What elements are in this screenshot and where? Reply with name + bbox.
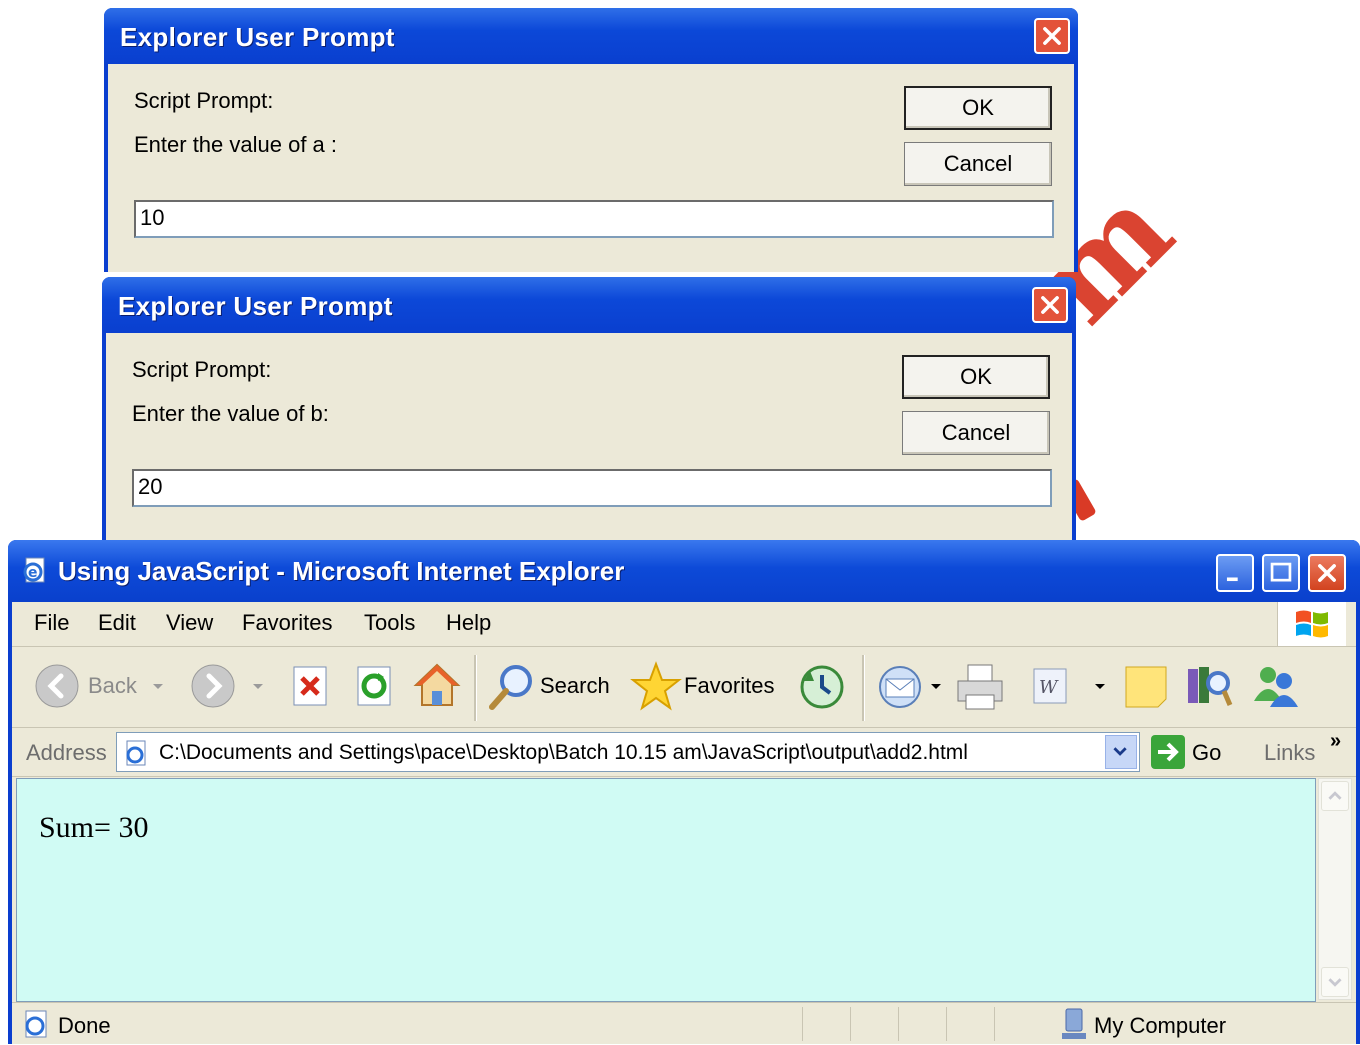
sum-output: Sum= 30 — [39, 811, 149, 844]
dialog-titlebar[interactable]: Explorer User Prompt — [102, 277, 1076, 333]
minimize-button[interactable] — [1216, 554, 1254, 592]
address-input[interactable]: C:\Documents and Settings\pace\Desktop\B… — [116, 732, 1140, 772]
address-dropdown-button[interactable] — [1105, 735, 1137, 769]
windows-logo — [1277, 602, 1346, 646]
security-zone-label: My Computer — [1094, 1013, 1227, 1038]
chevron-down-icon — [1113, 747, 1127, 756]
computer-zone-icon — [1062, 1008, 1086, 1039]
forward-dropdown-icon[interactable] — [252, 683, 264, 691]
back-arrow-icon[interactable] — [34, 663, 80, 709]
browser-client: File Edit View Favorites Tools Help Back — [12, 602, 1356, 1044]
research-icon[interactable] — [1184, 661, 1234, 711]
script-prompt-label: Script Prompt: — [132, 357, 272, 382]
status-pane — [898, 1007, 943, 1041]
maximize-button[interactable] — [1262, 554, 1300, 592]
close-icon — [1318, 564, 1336, 582]
menu-view[interactable]: View — [166, 610, 213, 636]
svg-text:e: e — [28, 565, 38, 581]
address-label: Address — [26, 740, 107, 765]
mail-icon[interactable] — [876, 663, 926, 711]
close-button[interactable] — [1308, 554, 1346, 592]
dialog-title: Explorer User Prompt — [120, 22, 395, 52]
minimize-icon — [1226, 577, 1238, 582]
chevron-up-icon — [1328, 791, 1342, 800]
standard-toolbar: Back Search Favorites W — [12, 647, 1356, 728]
status-bar: Done My Computer — [12, 1002, 1356, 1045]
links-chevron-icon[interactable]: » — [1330, 730, 1341, 753]
status-pane — [850, 1007, 895, 1041]
dialog-body: Script Prompt: Enter the value of b: OK … — [106, 333, 1072, 541]
script-prompt-label: Script Prompt: — [134, 88, 274, 113]
cancel-button[interactable]: Cancel — [904, 142, 1052, 186]
links-label[interactable]: Links — [1264, 740, 1315, 766]
address-bar: Address C:\Documents and Settings\pace\D… — [12, 728, 1356, 777]
go-button[interactable]: Go — [1192, 740, 1221, 766]
dialog-close-button[interactable] — [1032, 287, 1068, 323]
browser-title: Using JavaScript - Microsoft Internet Ex… — [58, 556, 625, 586]
edit-word-icon[interactable]: W — [1030, 665, 1070, 707]
menu-bar: File Edit View Favorites Tools Help — [12, 602, 1356, 647]
mail-dropdown-icon[interactable] — [930, 683, 942, 691]
page-icon — [126, 740, 146, 766]
stop-icon[interactable] — [290, 665, 330, 707]
address-value: C:\Documents and Settings\pace\Desktop\B… — [159, 741, 968, 764]
menu-favorites[interactable]: Favorites — [242, 610, 332, 636]
prompt-message: Enter the value of a : — [134, 132, 338, 157]
dialog-title: Explorer User Prompt — [118, 291, 393, 321]
browser-titlebar[interactable]: e Using JavaScript - Microsoft Internet … — [8, 540, 1360, 602]
back-label[interactable]: Back — [88, 673, 137, 699]
ie-page-icon — [25, 1010, 47, 1038]
prompt-message: Enter the value of b: — [132, 401, 329, 426]
favorites-star-icon[interactable] — [630, 661, 682, 713]
scroll-down-button[interactable] — [1321, 967, 1349, 997]
go-arrow-icon[interactable] — [1150, 734, 1186, 770]
menu-edit[interactable]: Edit — [98, 610, 136, 636]
dialog-body: Script Prompt: Enter the value of a : OK… — [108, 64, 1074, 272]
ok-button[interactable]: OK — [904, 86, 1052, 130]
toolbar-separator — [862, 655, 865, 721]
search-label[interactable]: Search — [540, 673, 610, 699]
maximize-icon — [1270, 562, 1292, 582]
windows-flag-icon — [1296, 610, 1328, 638]
svg-text:W: W — [1039, 677, 1059, 698]
menu-help[interactable]: Help — [446, 610, 491, 636]
discuss-note-icon[interactable] — [1122, 663, 1170, 711]
history-icon[interactable] — [798, 663, 846, 711]
status-text: Done — [58, 1013, 111, 1038]
messenger-icon[interactable] — [1250, 661, 1302, 713]
page-content: Sum= 30 — [16, 778, 1316, 1002]
back-dropdown-icon[interactable] — [152, 683, 164, 691]
ie-page-icon: e — [23, 557, 45, 583]
refresh-icon[interactable] — [354, 665, 394, 707]
browser-window: e Using JavaScript - Microsoft Internet … — [8, 540, 1360, 1044]
prompt-dialog-b: Explorer User Prompt Script Prompt: Ente… — [102, 277, 1076, 541]
menu-tools[interactable]: Tools — [364, 610, 415, 636]
scroll-up-button[interactable] — [1321, 781, 1349, 811]
print-icon[interactable] — [954, 661, 1006, 713]
forward-arrow-icon[interactable] — [190, 663, 236, 709]
vertical-scrollbar[interactable] — [1318, 778, 1352, 1000]
prompt-input[interactable]: 10 — [134, 200, 1054, 238]
cancel-button[interactable]: Cancel — [902, 411, 1050, 455]
close-icon — [1041, 296, 1059, 314]
status-pane — [802, 1007, 847, 1041]
prompt-dialog-a: Explorer User Prompt Script Prompt: Ente… — [104, 8, 1078, 272]
toolbar-separator — [474, 655, 477, 721]
ok-button[interactable]: OK — [902, 355, 1050, 399]
prompt-input[interactable]: 20 — [132, 469, 1052, 507]
dialog-titlebar[interactable]: Explorer User Prompt — [104, 8, 1078, 64]
close-icon — [1043, 27, 1061, 45]
menu-file[interactable]: File — [34, 610, 69, 636]
home-icon[interactable] — [412, 661, 462, 709]
chevron-down-icon — [1328, 978, 1342, 987]
dialog-close-button[interactable] — [1034, 18, 1070, 54]
search-icon[interactable] — [486, 661, 538, 713]
status-pane — [946, 1007, 991, 1041]
status-pane — [994, 1007, 1055, 1041]
edit-dropdown-icon[interactable] — [1094, 683, 1106, 691]
favorites-label[interactable]: Favorites — [684, 673, 774, 699]
